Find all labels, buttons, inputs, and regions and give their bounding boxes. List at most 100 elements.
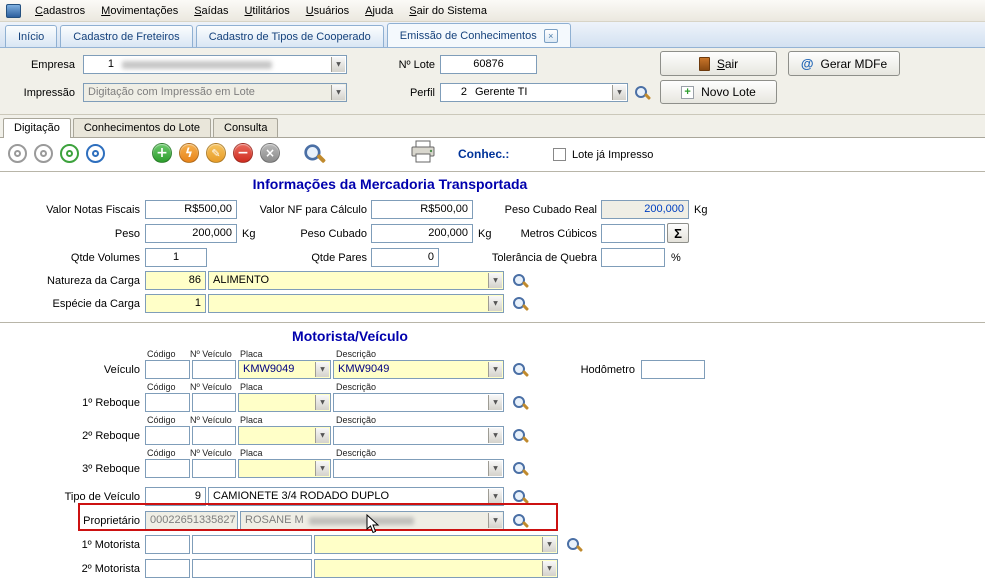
reboque3-codigo-field[interactable]	[145, 459, 190, 478]
reboque1-search-icon[interactable]	[512, 395, 528, 411]
reboque1-descricao-combobox[interactable]: ▼	[333, 393, 504, 412]
veiculo-search-icon[interactable]	[512, 362, 528, 378]
dropdown-arrow-icon[interactable]: ▼	[331, 85, 345, 100]
reboque3-descricao-combobox[interactable]: ▼	[333, 459, 504, 478]
hodometro-field[interactable]	[641, 360, 705, 379]
menu-ajuda[interactable]: Ajuda	[357, 2, 401, 20]
tab-emissao-de-conhecimentos[interactable]: Emissão de Conhecimentos ×	[386, 23, 571, 47]
motorista1-search-icon[interactable]	[566, 537, 582, 553]
perfil-value: Gerente TI	[475, 86, 528, 98]
reboque3-num-field[interactable]	[192, 459, 236, 478]
print-icon[interactable]	[410, 140, 436, 163]
subtab-consulta[interactable]: Consulta	[213, 118, 279, 137]
especie-carga-combobox[interactable]: ▼	[208, 294, 504, 313]
reboque2-placa-combobox[interactable]: ▼	[238, 426, 331, 445]
veiculo-placa-combobox[interactable]: KMW9049 ▼	[238, 360, 331, 379]
dropdown-arrow-icon[interactable]: ▼	[315, 428, 329, 443]
dropdown-arrow-icon[interactable]: ▼	[488, 395, 502, 410]
lote-impresso-checkbox[interactable]	[553, 148, 566, 161]
menu-saidas[interactable]: Saídas	[186, 2, 236, 20]
reboque1-num-field[interactable]	[192, 393, 236, 412]
menu-cadastros[interactable]: Cadastros	[27, 2, 93, 20]
motorista2-doc-field[interactable]	[192, 559, 312, 578]
dropdown-arrow-icon[interactable]: ▼	[488, 461, 502, 476]
reboque3-placa-combobox[interactable]: ▼	[238, 459, 331, 478]
reboque2-descricao-combobox[interactable]: ▼	[333, 426, 504, 445]
qtde-volumes-field[interactable]: 1	[145, 248, 207, 267]
motorista2-codigo-field[interactable]	[145, 559, 190, 578]
reboque2-codigo-field[interactable]	[145, 426, 190, 445]
peso-field[interactable]: 200,000	[145, 224, 237, 243]
menu-utilitarios[interactable]: Utilitários	[236, 2, 297, 20]
valor-nf-calculo-field[interactable]: R$500,00	[371, 200, 473, 219]
natureza-carga-combobox[interactable]: ALIMENTO ▼	[208, 271, 504, 290]
tolerancia-quebra-field[interactable]	[601, 248, 665, 267]
delete-button[interactable]: −	[233, 143, 253, 163]
dropdown-arrow-icon[interactable]: ▼	[315, 362, 329, 377]
tab-inicio[interactable]: Início	[5, 25, 58, 47]
impressao-combobox[interactable]: Digitação com Impressão em Lote ▼	[83, 83, 347, 102]
lote-field[interactable]: 60876	[440, 55, 537, 74]
motorista2-combobox[interactable]: ▼	[314, 559, 558, 578]
natureza-search-icon[interactable]	[512, 273, 528, 289]
subtab-conhecimentos-do-lote[interactable]: Conhecimentos do Lote	[72, 118, 212, 137]
tipo-veiculo-value: CAMIONETE 3/4 RODADO DUPLO	[213, 490, 390, 502]
dropdown-arrow-icon[interactable]: ▼	[488, 489, 502, 504]
perfil-search-icon[interactable]	[634, 85, 650, 101]
veiculo-codigo-field[interactable]	[145, 360, 190, 379]
nav-previous-button[interactable]	[34, 144, 53, 163]
menu-sair-do-sistema[interactable]: Sair do Sistema	[401, 2, 495, 20]
nav-first-button[interactable]	[8, 144, 27, 163]
cancel-button[interactable]: ×	[260, 143, 280, 163]
veiculo-num-field[interactable]	[192, 360, 236, 379]
sair-button[interactable]: Sair	[660, 51, 777, 76]
peso-cubado-field[interactable]: 200,000	[371, 224, 473, 243]
col-header-placa: Placa	[240, 415, 263, 425]
gerar-mdfe-button[interactable]: @ Gerar MDFe	[788, 51, 900, 76]
tab-cadastro-de-freteiros[interactable]: Cadastro de Freteiros	[60, 25, 193, 47]
sigma-button[interactable]: Σ	[667, 223, 689, 243]
nav-last-button[interactable]	[86, 144, 105, 163]
reboque1-codigo-field[interactable]	[145, 393, 190, 412]
dropdown-arrow-icon[interactable]: ▼	[488, 428, 502, 443]
empresa-combobox[interactable]: 1 ▼	[83, 55, 347, 74]
veiculo-descricao-combobox[interactable]: KMW9049 ▼	[333, 360, 504, 379]
quick-post-button[interactable]: ϟ	[179, 143, 199, 163]
nav-next-button[interactable]	[60, 144, 79, 163]
dropdown-arrow-icon[interactable]: ▼	[331, 57, 345, 72]
motorista1-doc-field[interactable]	[192, 535, 312, 554]
close-tab-icon[interactable]: ×	[543, 28, 558, 43]
subtab-digitacao[interactable]: Digitação	[3, 118, 71, 138]
valor-notas-fiscais-field[interactable]: R$500,00	[145, 200, 237, 219]
novo-lote-button[interactable]: + Novo Lote	[660, 80, 777, 104]
dropdown-arrow-icon[interactable]: ▼	[488, 296, 502, 311]
dropdown-arrow-icon[interactable]: ▼	[542, 561, 556, 576]
qtde-pares-field[interactable]: 0	[371, 248, 439, 267]
especie-carga-code-field[interactable]: 1	[145, 294, 206, 313]
col-header-codigo: Código	[147, 349, 176, 359]
reboque1-placa-combobox[interactable]: ▼	[238, 393, 331, 412]
dropdown-arrow-icon[interactable]: ▼	[315, 395, 329, 410]
dropdown-arrow-icon[interactable]: ▼	[488, 273, 502, 288]
metros-cubicos-field[interactable]	[601, 224, 665, 243]
reboque3-search-icon[interactable]	[512, 461, 528, 477]
motorista1-combobox[interactable]: ▼	[314, 535, 558, 554]
tab-label: Início	[18, 30, 45, 43]
reboque2-num-field[interactable]	[192, 426, 236, 445]
dropdown-arrow-icon[interactable]: ▼	[612, 85, 626, 100]
search-button[interactable]	[303, 143, 325, 165]
perfil-combobox[interactable]: 2 Gerente TI ▼	[440, 83, 628, 102]
tab-cadastro-de-tipos-de-cooperado[interactable]: Cadastro de Tipos de Cooperado	[195, 25, 384, 47]
dropdown-arrow-icon[interactable]: ▼	[542, 537, 556, 552]
col-header-descricao: Descrição	[336, 349, 377, 359]
reboque2-search-icon[interactable]	[512, 428, 528, 444]
edit-button[interactable]: ✎	[206, 143, 226, 163]
add-button[interactable]: +	[152, 143, 172, 163]
especie-search-icon[interactable]	[512, 296, 528, 312]
natureza-carga-code-field[interactable]: 86	[145, 271, 206, 290]
dropdown-arrow-icon[interactable]: ▼	[488, 362, 502, 377]
dropdown-arrow-icon[interactable]: ▼	[315, 461, 329, 476]
motorista1-codigo-field[interactable]	[145, 535, 190, 554]
menu-usuarios[interactable]: Usuários	[298, 2, 357, 20]
menu-movimentacoes[interactable]: Movimentações	[93, 2, 186, 20]
